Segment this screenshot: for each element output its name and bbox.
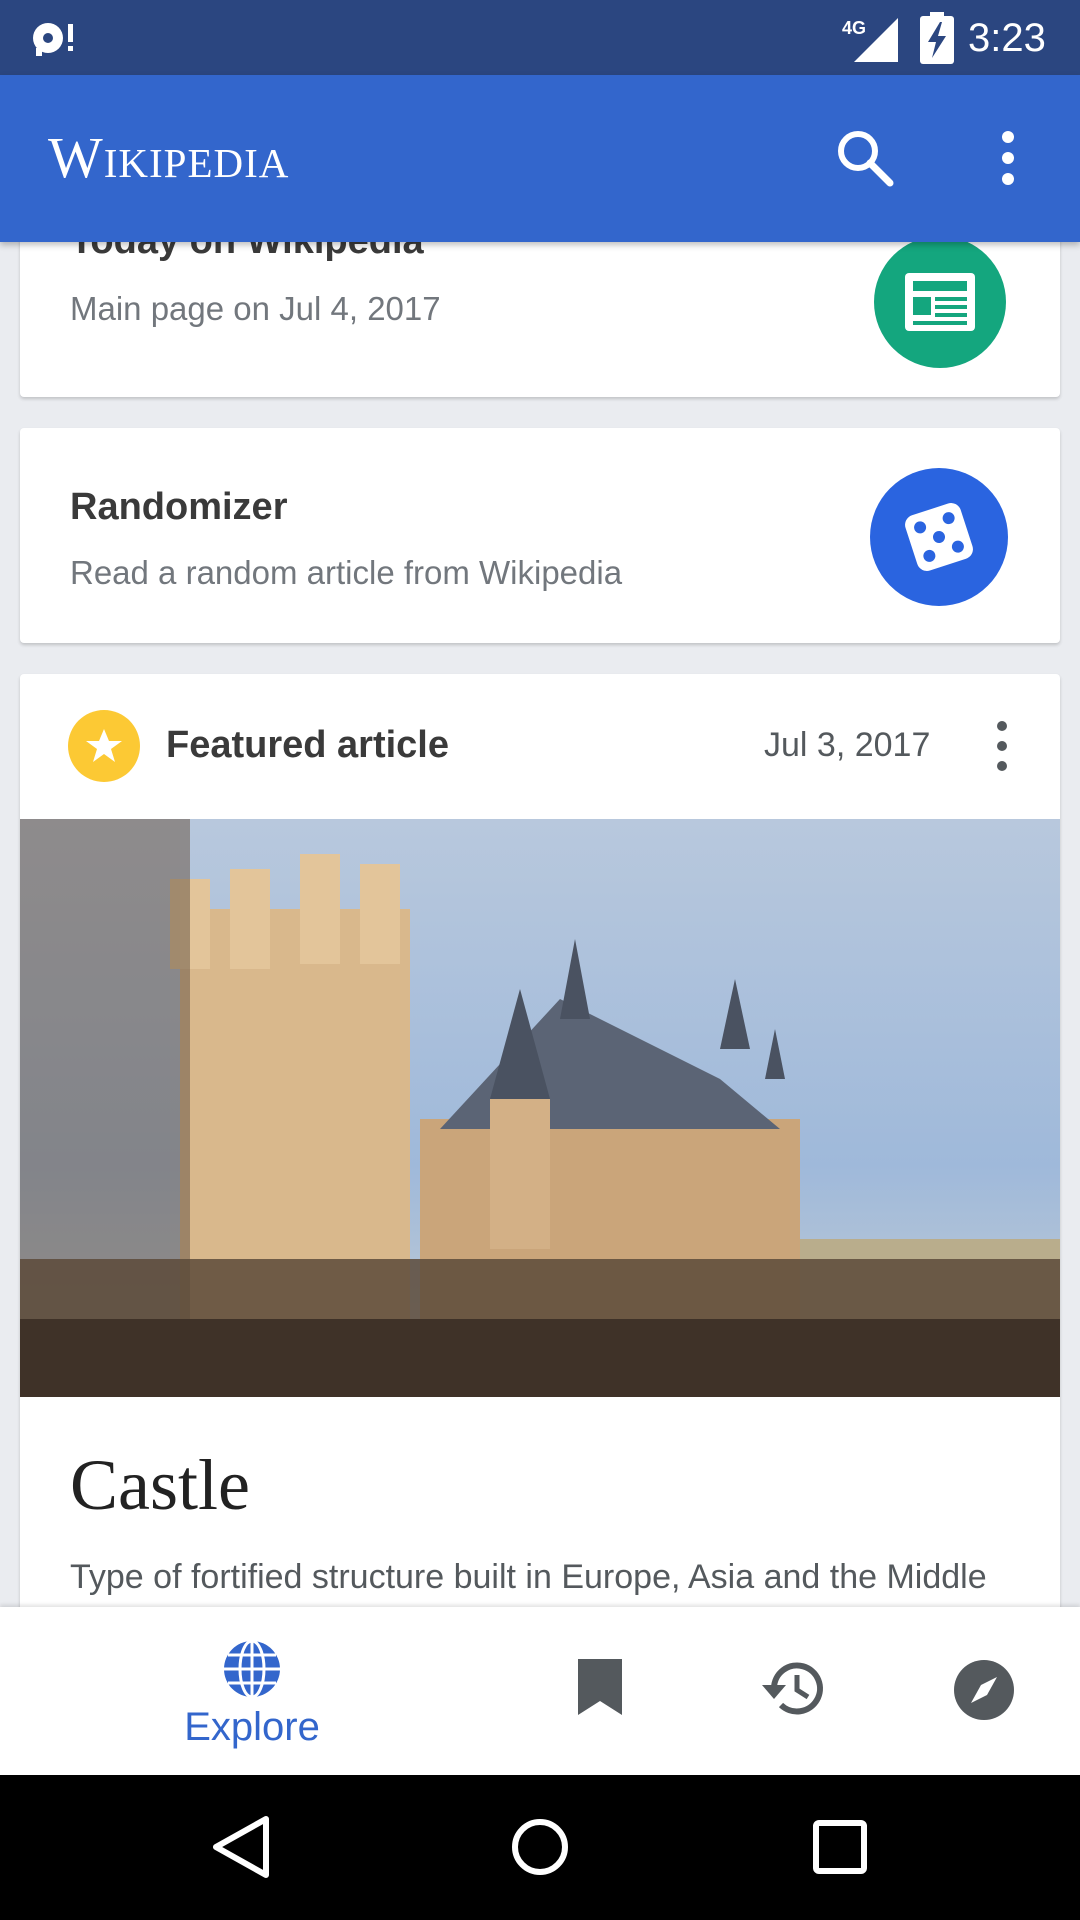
today-title: Today on Wikipedia bbox=[70, 242, 424, 263]
media-notification-icon bbox=[33, 23, 73, 56]
article-title[interactable]: Castle bbox=[70, 1444, 250, 1527]
more-vert-icon[interactable] bbox=[980, 125, 1036, 191]
randomizer-card[interactable]: Randomizer Read a random article from Wi… bbox=[20, 428, 1060, 643]
newspaper-icon bbox=[874, 242, 1006, 368]
wikipedia-logo: Wikipedia bbox=[48, 125, 290, 190]
nav-history[interactable] bbox=[752, 1607, 832, 1775]
system-navigation-bar bbox=[0, 1775, 1080, 1920]
nav-saved[interactable] bbox=[560, 1607, 640, 1775]
today-card[interactable]: Today on Wikipedia Main page on Jul 4, 2… bbox=[20, 242, 1060, 397]
article-description: Type of fortified structure built in Eur… bbox=[70, 1558, 987, 1607]
recents-icon[interactable] bbox=[804, 1811, 876, 1883]
star-icon bbox=[68, 710, 140, 782]
nav-nearby[interactable] bbox=[944, 1607, 1024, 1775]
randomizer-title: Randomizer bbox=[70, 486, 288, 528]
explore-feed[interactable]: Today on Wikipedia Main page on Jul 4, 2… bbox=[0, 242, 1080, 1607]
today-subtitle: Main page on Jul 4, 2017 bbox=[70, 290, 441, 327]
network-type: 4G bbox=[842, 18, 866, 38]
randomizer-subtitle: Read a random article from Wikipedia bbox=[70, 554, 623, 591]
featured-date: Jul 3, 2017 bbox=[764, 726, 931, 764]
clock: 3:23 bbox=[968, 16, 1046, 60]
nav-explore-label: Explore bbox=[184, 1705, 320, 1749]
signal-icon: 4G bbox=[842, 18, 898, 62]
card-overflow-icon[interactable] bbox=[990, 716, 1014, 776]
search-icon[interactable] bbox=[832, 125, 898, 191]
dice-icon[interactable] bbox=[870, 468, 1008, 606]
battery-charging-icon bbox=[920, 12, 954, 64]
featured-image[interactable] bbox=[20, 819, 1060, 1397]
featured-title: Featured article bbox=[166, 724, 449, 766]
back-icon[interactable] bbox=[206, 1811, 278, 1883]
bookmark-icon bbox=[578, 1659, 622, 1715]
bottom-navigation: Explore bbox=[0, 1607, 1080, 1775]
status-bar: 4G 3:23 bbox=[0, 0, 1080, 75]
home-icon[interactable] bbox=[504, 1811, 576, 1883]
featured-header: Featured article Jul 3, 2017 bbox=[20, 674, 1060, 819]
featured-article-card[interactable]: Featured article Jul 3, 2017 Castle Type… bbox=[20, 674, 1060, 1607]
explore-icon bbox=[224, 1639, 280, 1699]
history-icon bbox=[762, 1662, 823, 1715]
nav-explore[interactable]: Explore bbox=[150, 1607, 354, 1775]
app-bar: Wikipedia bbox=[0, 75, 1080, 242]
compass-icon bbox=[954, 1660, 1014, 1720]
